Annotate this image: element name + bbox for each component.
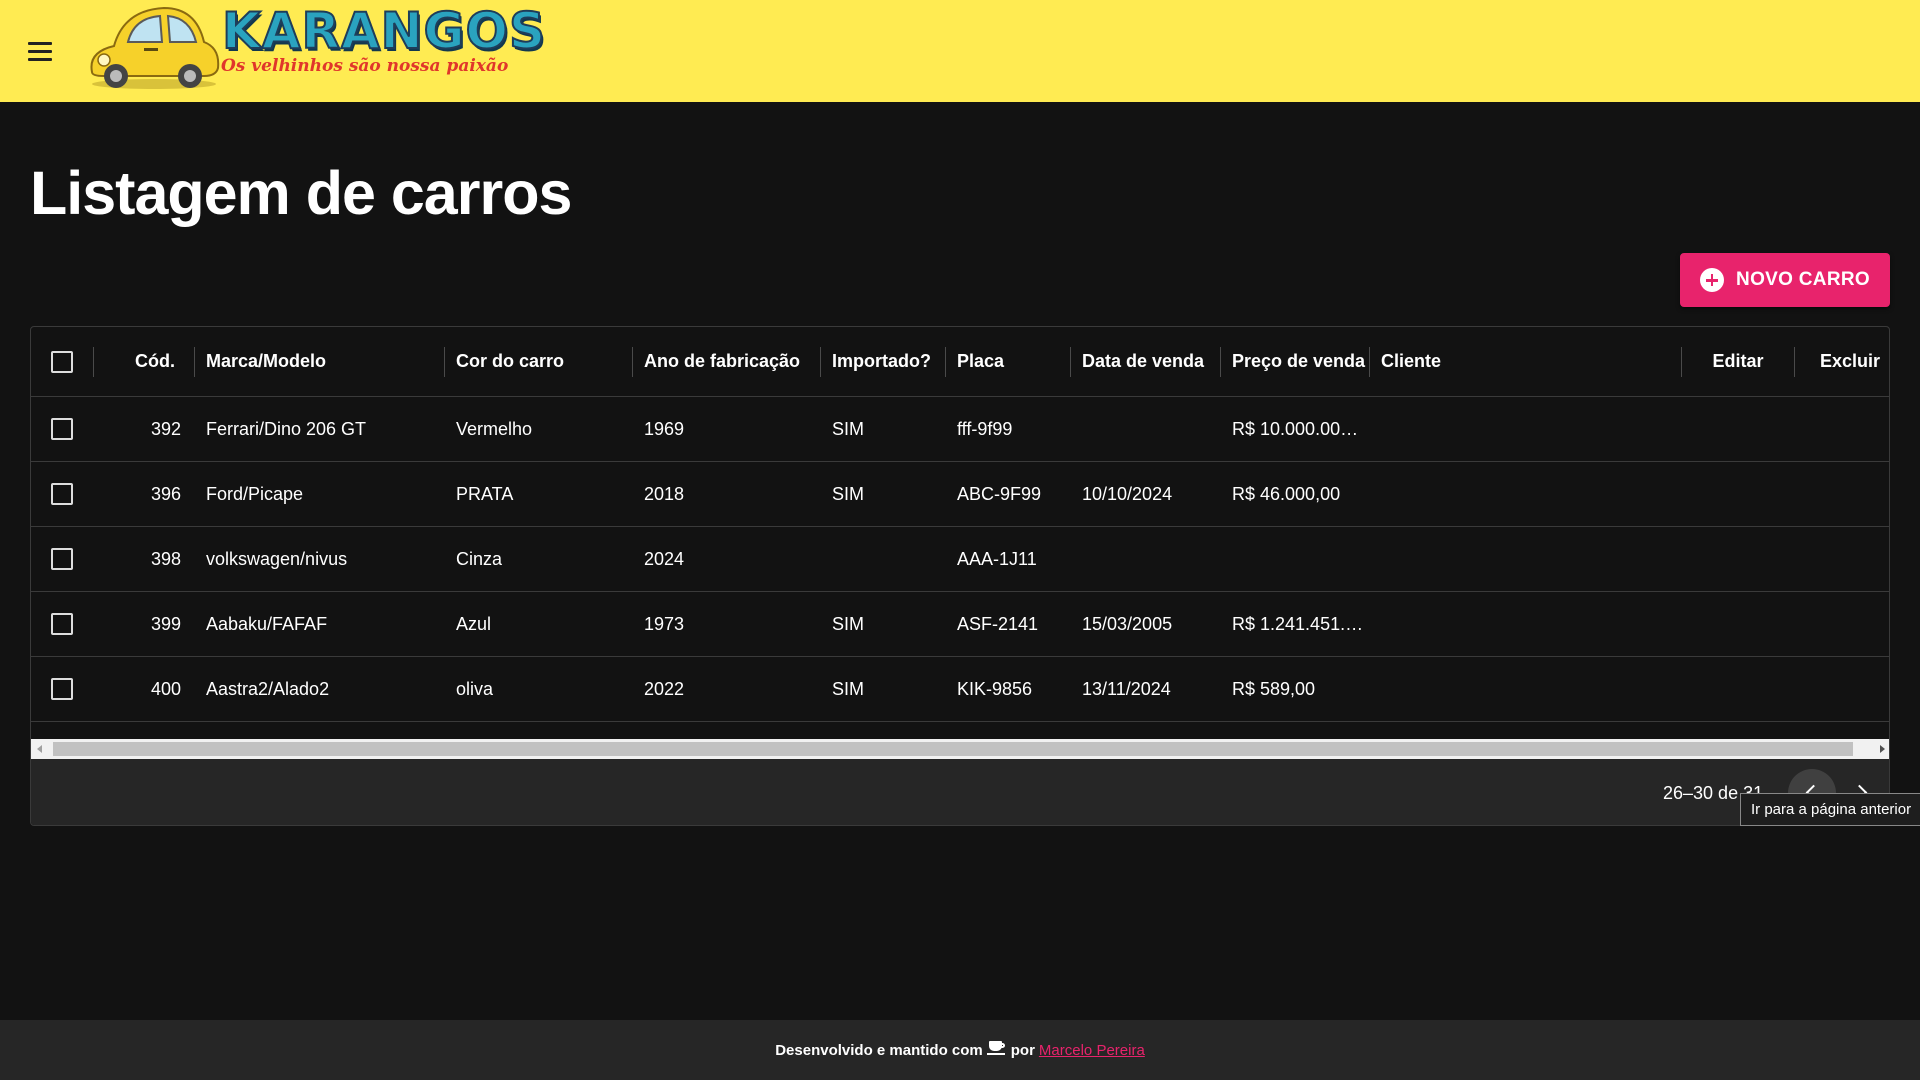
cell-marca-modelo: Aastra2/Alado2 bbox=[206, 678, 330, 699]
author-link[interactable]: Marcelo Pereira bbox=[1039, 1042, 1145, 1059]
cell-cod: 400 bbox=[150, 678, 181, 699]
cell-importado bbox=[832, 527, 944, 591]
grid-header: Cód. Marca/Modelo Cor do carro Ano de fa… bbox=[31, 327, 1889, 397]
cell-cor: Vermelho bbox=[456, 418, 533, 439]
cell-importado: SIM bbox=[832, 613, 865, 634]
new-car-button[interactable]: NOVO CARRO bbox=[1680, 253, 1890, 307]
cell-cod: 398 bbox=[150, 548, 181, 569]
cell-cliente bbox=[1381, 527, 1671, 591]
cell-importado: SIM bbox=[832, 418, 865, 439]
cell-cod: 392 bbox=[150, 418, 181, 439]
table-row[interactable]: 396 Ford/Picape PRATA 2018 SIM ABC-9F99 … bbox=[31, 462, 1889, 527]
cell-marca-modelo: Ford/Picape bbox=[206, 483, 304, 504]
scroll-thumb[interactable] bbox=[53, 742, 1853, 756]
cell-importado: SIM bbox=[832, 678, 865, 699]
cell-cor: PRATA bbox=[456, 483, 514, 504]
cars-data-grid: Cód. Marca/Modelo Cor do carro Ano de fa… bbox=[30, 326, 1890, 826]
cell-cor: Azul bbox=[456, 613, 492, 634]
column-header-cliente[interactable]: Cliente bbox=[1381, 327, 1581, 396]
cell-placa: KIK-9856 bbox=[957, 678, 1033, 699]
column-header-preco[interactable]: Preço de venda bbox=[1232, 327, 1372, 396]
cell-marca-modelo: volkswagen/nivus bbox=[206, 548, 348, 569]
cell-cliente bbox=[1381, 592, 1671, 656]
cell-ano: 1969 bbox=[644, 418, 685, 439]
cell-cor: oliva bbox=[456, 678, 494, 699]
row-checkbox[interactable] bbox=[51, 613, 73, 635]
cell-data-venda: 13/11/2024 bbox=[1082, 678, 1171, 699]
cell-marca-modelo: Aabaku/FAFAF bbox=[206, 613, 328, 634]
column-header-placa[interactable]: Placa bbox=[957, 327, 1067, 396]
footer-text: Desenvolvido e mantido com bbox=[775, 1041, 983, 1059]
row-checkbox[interactable] bbox=[51, 678, 73, 700]
cell-preco: R$ 589,00 bbox=[1232, 678, 1316, 699]
cell-data-venda bbox=[1082, 527, 1220, 591]
table-row[interactable]: 399 Aabaku/FAFAF Azul 1973 SIM ASF-2141 … bbox=[31, 592, 1889, 657]
car-logo bbox=[90, 6, 220, 89]
select-all-checkbox[interactable] bbox=[51, 351, 73, 373]
table-row[interactable]: 392 Ferrari/Dino 206 GT Vermelho 1969 SI… bbox=[31, 397, 1889, 462]
cell-ano: 2018 bbox=[644, 483, 685, 504]
page-title: Listagem de carros bbox=[30, 159, 572, 227]
column-header-importado[interactable]: Importado? bbox=[832, 327, 952, 396]
cell-preco: R$ 10.000.00… bbox=[1232, 418, 1359, 439]
row-checkbox[interactable] bbox=[51, 483, 73, 505]
cell-cliente bbox=[1381, 397, 1671, 461]
page-footer: Desenvolvido e mantido com por Marcelo P… bbox=[0, 1020, 1920, 1080]
cell-cliente bbox=[1381, 657, 1671, 721]
scroll-right-arrow[interactable] bbox=[1880, 745, 1885, 753]
column-header-excluir[interactable]: Excluir bbox=[1796, 327, 1886, 396]
row-checkbox[interactable] bbox=[51, 418, 73, 440]
column-header-cod[interactable]: Cód. bbox=[95, 327, 181, 396]
cell-placa: ABC-9F99 bbox=[957, 483, 1042, 504]
cell-placa: fff-9f99 bbox=[957, 418, 1013, 439]
add-circle-icon bbox=[1700, 268, 1725, 292]
column-header-cor[interactable]: Cor do carro bbox=[456, 327, 636, 396]
cell-preco: R$ 46.000,00 bbox=[1232, 483, 1341, 504]
cell-data-venda: 10/10/2024 bbox=[1082, 483, 1173, 504]
new-car-button-label: NOVO CARRO bbox=[1736, 269, 1870, 290]
cell-ano: 2024 bbox=[644, 548, 685, 569]
cell-data-venda: 15/03/2005 bbox=[1082, 613, 1173, 634]
row-checkbox[interactable] bbox=[51, 548, 73, 570]
coffee-icon bbox=[986, 1038, 1007, 1058]
cell-ano: 2022 bbox=[644, 678, 685, 699]
table-row[interactable]: 400 Aastra2/Alado2 oliva 2022 SIM KIK-98… bbox=[31, 657, 1889, 722]
cell-marca-modelo: Ferrari/Dino 206 GT bbox=[206, 418, 367, 439]
horizontal-scrollbar[interactable] bbox=[31, 739, 1889, 759]
cell-importado: SIM bbox=[832, 483, 865, 504]
column-header-marca-modelo[interactable]: Marca/Modelo bbox=[206, 327, 446, 396]
column-header-editar[interactable]: Editar bbox=[1683, 327, 1793, 396]
column-header-ano[interactable]: Ano de fabricação bbox=[644, 327, 824, 396]
app-bar: KARANGOS Os velhinhos são nossa paixão bbox=[0, 0, 1920, 102]
cell-ano: 1973 bbox=[644, 613, 685, 634]
cell-placa: AAA-1J11 bbox=[957, 548, 1037, 569]
footer-por: por bbox=[1010, 1041, 1035, 1059]
cell-cod: 399 bbox=[150, 613, 181, 634]
table-row[interactable]: 398 volkswagen/nivus Cinza 2024 AAA-1J11 bbox=[31, 527, 1889, 592]
cell-preco: R$ 1.241.451.… bbox=[1232, 613, 1364, 634]
column-header-data-venda[interactable]: Data de venda bbox=[1082, 327, 1222, 396]
scroll-left-arrow[interactable] bbox=[37, 745, 42, 753]
cell-cod: 396 bbox=[150, 483, 181, 504]
grid-footer: 26–30 de 31 bbox=[31, 759, 1889, 825]
cell-preco bbox=[1232, 527, 1370, 591]
cell-cliente bbox=[1381, 462, 1671, 526]
logo-title: KARANGOS bbox=[221, 1, 547, 61]
cell-data-venda bbox=[1082, 397, 1220, 461]
tooltip: Ir para a página anterior bbox=[1740, 793, 1920, 826]
logo-subtitle: Os velhinhos são nossa paixão bbox=[221, 56, 509, 76]
cell-placa: ASF-2141 bbox=[957, 613, 1039, 634]
menu-icon[interactable] bbox=[22, 34, 58, 68]
cell-cor: Cinza bbox=[456, 548, 503, 569]
